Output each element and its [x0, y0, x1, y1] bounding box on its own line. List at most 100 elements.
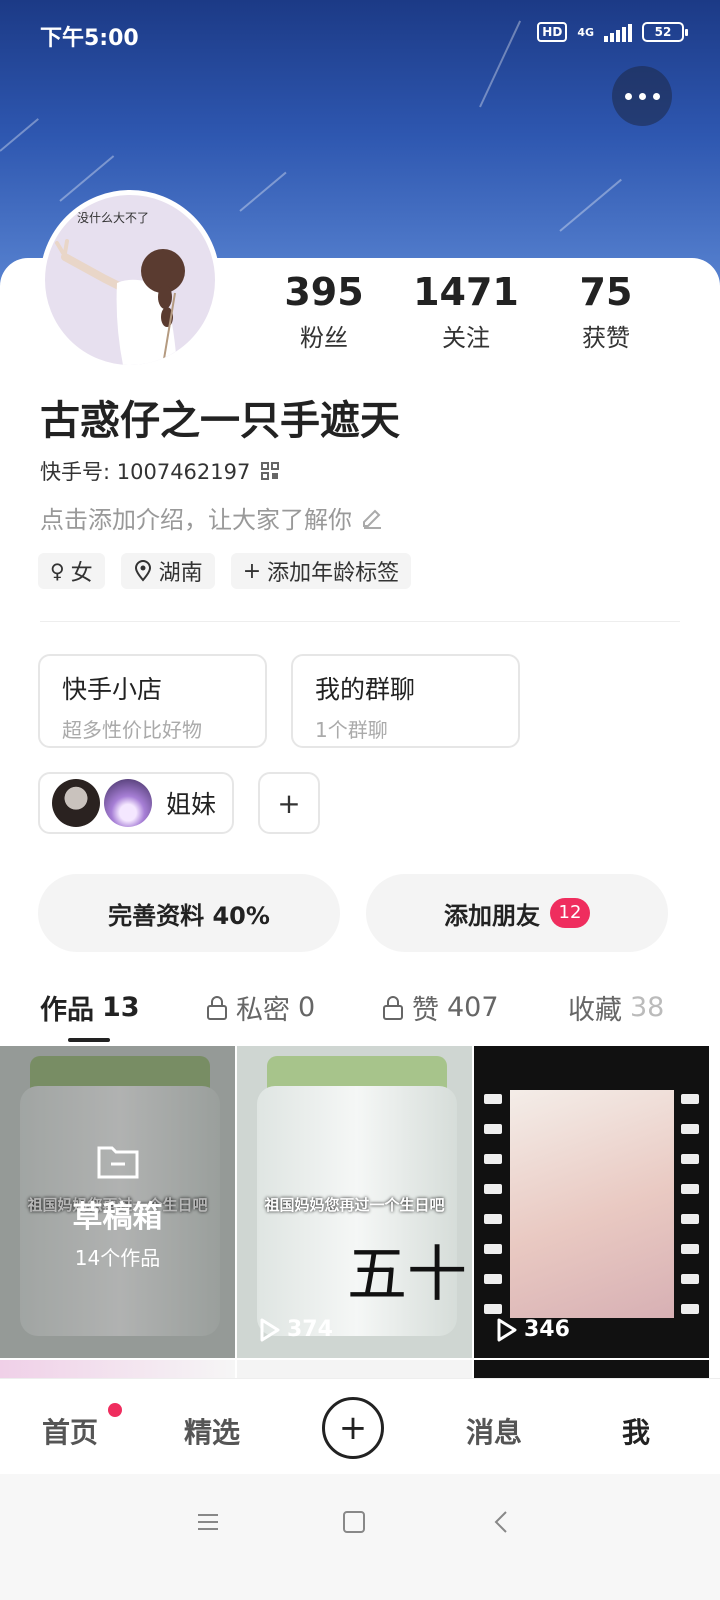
friend-avatar: [104, 779, 152, 827]
avatar-illustration: [55, 239, 185, 365]
complete-profile-button[interactable]: 完善资料 40%: [38, 874, 340, 952]
following-label: 关注: [442, 324, 490, 352]
tab-favorites-label: 收藏: [568, 995, 622, 1026]
tab-liked-count: 407: [447, 992, 499, 1023]
video-tile[interactable]: [237, 1360, 472, 1378]
folder-icon: [97, 1146, 138, 1179]
back-icon[interactable]: [490, 1510, 514, 1534]
play-icon: [497, 1318, 517, 1341]
add-friends-label: 添加朋友: [444, 901, 540, 930]
bio-placeholder[interactable]: 点击添加介绍，让大家了解你: [40, 500, 384, 535]
active-tab-indicator: [68, 1038, 110, 1042]
network-type: 4G: [577, 25, 594, 39]
sisters-entry[interactable]: 姐妹: [38, 772, 234, 834]
signal-icon: [604, 22, 632, 42]
following-count: 1471: [413, 270, 519, 314]
gender-tag[interactable]: ♀ 女: [38, 553, 105, 589]
nav-home[interactable]: 首页: [42, 1411, 98, 1451]
complete-profile-label: 完善资料 40%: [108, 901, 270, 930]
fans-count: 395: [284, 270, 364, 314]
fans-label: 粉丝: [300, 324, 348, 352]
video-caption: 祖国妈妈您再过一个生日吧: [264, 1196, 445, 1214]
system-navigation-bar: [0, 1474, 720, 1600]
profile-tags: ♀ 女 湖南 + 添加年龄标签: [38, 553, 412, 589]
plus-icon: +: [338, 1408, 368, 1448]
tab-works-count: 13: [102, 992, 140, 1023]
location-icon: [134, 560, 151, 582]
kuaishou-id: 快手号: 1007462197: [40, 456, 280, 486]
video-tile[interactable]: [0, 1360, 235, 1378]
tab-private-label: 私密: [236, 995, 290, 1026]
username: 古惑仔之一只手遮天: [40, 398, 400, 444]
group-chat-title: 我的群聊: [315, 675, 416, 704]
works-grid: 祖国妈妈您再过一个生日吧 草稿箱 14个作品 祖国妈妈您再过一个生日吧 五十 3…: [0, 1046, 720, 1378]
kuaishou-id-text: 快手号: 1007462197: [40, 460, 251, 484]
tab-favorites-count: 38: [630, 992, 665, 1023]
lock-icon: [207, 995, 227, 1020]
video-tile[interactable]: [474, 1360, 709, 1378]
notification-dot: [108, 1403, 122, 1417]
shop-title: 快手小店: [62, 675, 163, 704]
nav-messages[interactable]: 消息: [466, 1411, 522, 1451]
drafts-count: 14个作品: [74, 1246, 161, 1270]
menu-icon[interactable]: [196, 1510, 220, 1534]
drafts-title: 草稿箱: [72, 1200, 163, 1235]
video-tile[interactable]: 祖国妈妈您再过一个生日吧 五十 374: [237, 1046, 472, 1358]
nav-me[interactable]: 我: [622, 1411, 650, 1451]
likes-label: 获赞: [582, 324, 630, 352]
lock-icon: [383, 995, 403, 1020]
nav-featured[interactable]: 精选: [184, 1411, 240, 1451]
bottom-navigation: 首页 精选 + 消息 我: [0, 1378, 720, 1474]
tab-works-label: 作品: [40, 995, 94, 1026]
add-age-label: 添加年龄标签: [267, 561, 400, 586]
status-time: 下午5:00: [40, 26, 139, 51]
shop-subtitle: 超多性价比好物: [62, 718, 202, 742]
play-icon: [260, 1318, 280, 1341]
hd-icon: HD: [537, 22, 568, 42]
video-thumbnail: [510, 1090, 674, 1318]
add-relationship-button[interactable]: +: [258, 772, 320, 834]
play-count-value: 374: [287, 1317, 333, 1342]
play-count: 374: [259, 1317, 333, 1342]
drafts-tile[interactable]: 祖国妈妈您再过一个生日吧 草稿箱 14个作品: [0, 1046, 235, 1358]
add-friends-badge: 12: [550, 898, 590, 928]
avatar[interactable]: 没什么大不了: [40, 190, 220, 370]
shop-entry[interactable]: 快手小店 超多性价比好物: [38, 654, 267, 748]
home-square-icon[interactable]: [342, 1510, 366, 1534]
gender-label: 女: [70, 561, 93, 586]
add-age-tag[interactable]: + 添加年龄标签: [230, 553, 412, 589]
play-count-value: 346: [524, 1317, 570, 1342]
play-count: 346: [496, 1317, 570, 1342]
group-chat-entry[interactable]: 我的群聊 1个群聊: [291, 654, 520, 748]
divider: [40, 621, 680, 622]
location-tag[interactable]: 湖南: [120, 553, 215, 589]
likes-stat[interactable]: 75 获赞: [536, 270, 676, 353]
video-tile[interactable]: 346: [474, 1046, 709, 1358]
sisters-label: 姐妹: [166, 790, 217, 819]
female-icon: ♀: [50, 559, 65, 583]
edit-icon: [363, 509, 381, 529]
following-stat[interactable]: 1471 关注: [396, 270, 536, 353]
status-bar: 下午5:00 HD 4G 52: [0, 0, 720, 70]
jar-label-art: 五十: [347, 1240, 467, 1310]
tab-private-count: 0: [298, 992, 316, 1023]
qr-code-icon[interactable]: [260, 461, 280, 481]
more-options-button[interactable]: [612, 66, 672, 126]
tab-liked[interactable]: 赞 407: [382, 988, 499, 1027]
fans-stat[interactable]: 395 粉丝: [254, 270, 394, 353]
create-post-button[interactable]: +: [322, 1397, 384, 1459]
feature-boxes: 快手小店 超多性价比好物 我的群聊 1个群聊: [38, 654, 520, 748]
tab-private[interactable]: 私密 0: [206, 988, 315, 1027]
location-label: 湖南: [158, 561, 203, 586]
tab-favorites[interactable]: 收藏 38: [568, 988, 664, 1027]
plus-icon: +: [242, 558, 262, 584]
bio-text: 点击添加介绍，让大家了解你: [40, 506, 352, 534]
likes-count: 75: [579, 270, 633, 314]
friend-avatar: [52, 779, 100, 827]
group-chat-subtitle: 1个群聊: [315, 718, 388, 742]
tab-liked-label: 赞: [412, 995, 439, 1026]
tab-works[interactable]: 作品 13: [40, 988, 140, 1027]
add-friends-button[interactable]: 添加朋友 12: [366, 874, 668, 952]
content-tabs: 作品 13 私密 0 赞 407 收藏 38: [0, 984, 720, 1044]
battery-icon: 52: [642, 22, 688, 42]
